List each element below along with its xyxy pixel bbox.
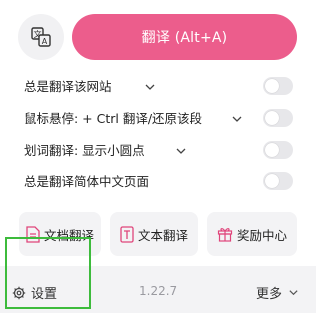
option-row-selection-translate: 划词翻译: 显示小圆点 <box>24 141 293 161</box>
svg-text:A: A <box>42 37 48 46</box>
header-row: 文 A 翻译 (Alt+A) <box>18 14 298 60</box>
toggle-switch[interactable] <box>263 172 293 190</box>
option-row-always-translate-site: 总是翻译该网站 <box>24 77 293 97</box>
option-label: 总是翻译简体中文页面 <box>24 174 150 189</box>
language-switch-icon: 文 A <box>31 27 51 47</box>
language-switch-button[interactable]: 文 A <box>18 14 64 60</box>
chevron-down-icon <box>289 290 298 296</box>
toggle-knob <box>265 174 279 188</box>
toggle-switch[interactable] <box>263 141 293 159</box>
text-t-icon <box>120 225 134 243</box>
chevron-down-icon[interactable] <box>144 81 156 93</box>
toggle-switch[interactable] <box>263 77 293 95</box>
option-label: 总是翻译该网站 <box>24 79 112 94</box>
gear-icon <box>12 286 26 299</box>
option-label: 鼠标悬停: + Ctrl 翻译/还原该段 <box>24 111 203 126</box>
tool-label: 奖励中心 <box>236 227 287 243</box>
settings-label: 设置 <box>31 287 58 302</box>
toggle-knob <box>265 143 279 157</box>
rewards-center-button[interactable]: 奖励中心 <box>207 212 297 256</box>
settings-button[interactable]: 设置 <box>12 283 57 302</box>
toggle-switch[interactable] <box>263 109 293 127</box>
tool-label: 文本翻译 <box>137 227 188 243</box>
toggle-knob <box>265 111 279 125</box>
more-label: 更多 <box>256 287 283 302</box>
option-label: 划词翻译: 显示小圆点 <box>24 143 145 158</box>
version-text: 1.22.7 <box>139 284 178 298</box>
gift-icon <box>217 228 233 242</box>
option-row-always-translate-zh: 总是翻译简体中文页面 <box>24 172 293 192</box>
chevron-down-icon[interactable] <box>175 145 187 157</box>
toggle-knob <box>265 79 279 93</box>
translate-page-button[interactable]: 翻译 (Alt+A) <box>72 14 297 60</box>
more-button[interactable]: 更多 <box>256 283 299 302</box>
option-row-hover-translate: 鼠标悬停: + Ctrl 翻译/还原该段 <box>24 109 293 129</box>
text-translate-button[interactable]: 文本翻译 <box>110 212 198 256</box>
chevron-down-icon[interactable] <box>231 113 243 125</box>
